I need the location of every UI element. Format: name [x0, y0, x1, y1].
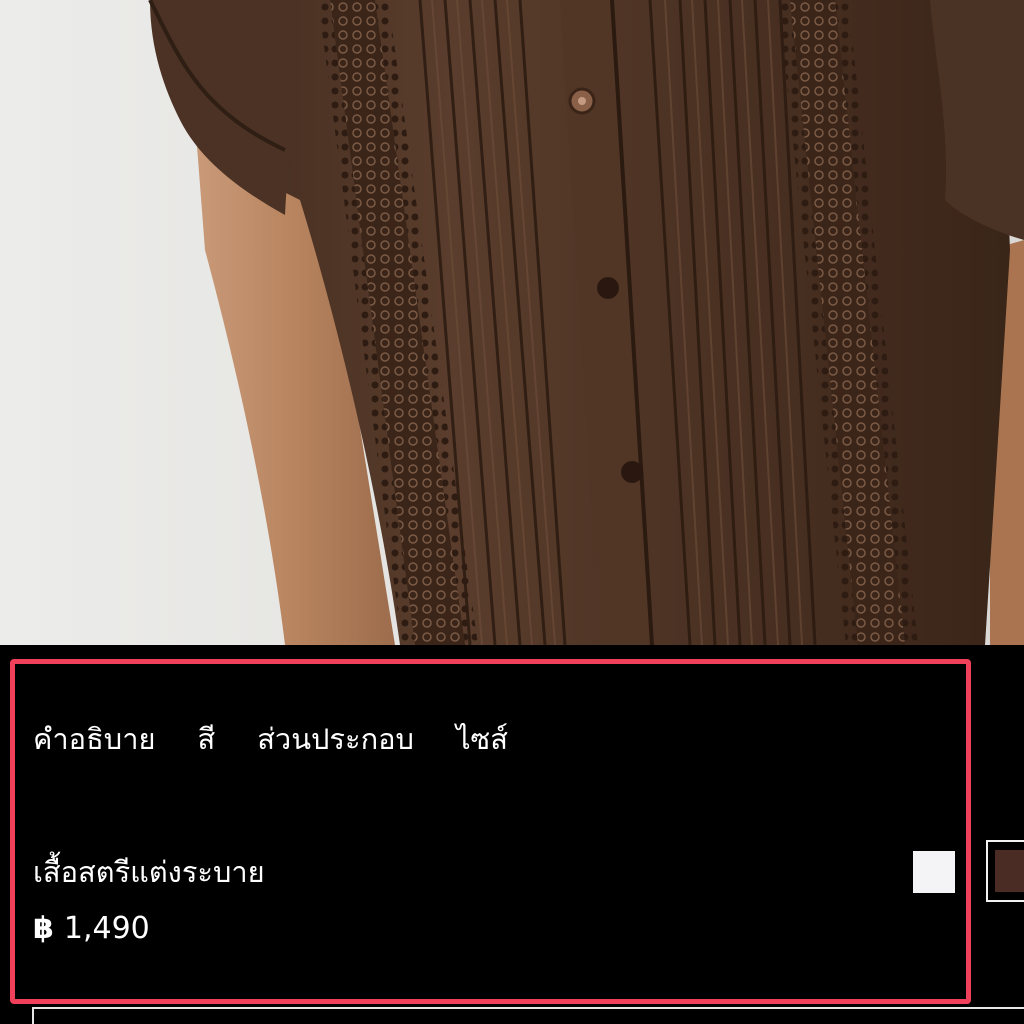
tab-size[interactable]: ไซส์	[456, 719, 508, 759]
bottom-action-bar[interactable]	[32, 1007, 1024, 1024]
highlight-frame	[10, 659, 971, 1004]
product-photo	[0, 0, 1024, 645]
tab-color[interactable]: สี	[198, 719, 216, 759]
color-swatch-white[interactable]	[913, 851, 955, 893]
product-detail-page: คำอธิบาย สี ส่วนประกอบ ไซส์ เสื้อสตรีแต่…	[0, 0, 1024, 1024]
product-info-panel: คำอธิบาย สี ส่วนประกอบ ไซส์ เสื้อสตรีแต่…	[0, 645, 1024, 1024]
product-price: ฿ 1,490	[33, 909, 150, 949]
currency-symbol: ฿	[33, 911, 54, 946]
product-name: เสื้อสตรีแต่งระบาย	[33, 855, 265, 889]
color-swatch-brown	[995, 850, 1024, 892]
product-tabs: คำอธิบาย สี ส่วนประกอบ ไซส์	[33, 719, 550, 759]
tab-composition[interactable]: ส่วนประกอบ	[257, 719, 414, 759]
tab-description[interactable]: คำอธิบาย	[33, 719, 156, 759]
color-swatch-brown-selected[interactable]	[986, 840, 1024, 902]
price-value: 1,490	[63, 911, 150, 946]
product-photo-image	[0, 0, 1024, 645]
